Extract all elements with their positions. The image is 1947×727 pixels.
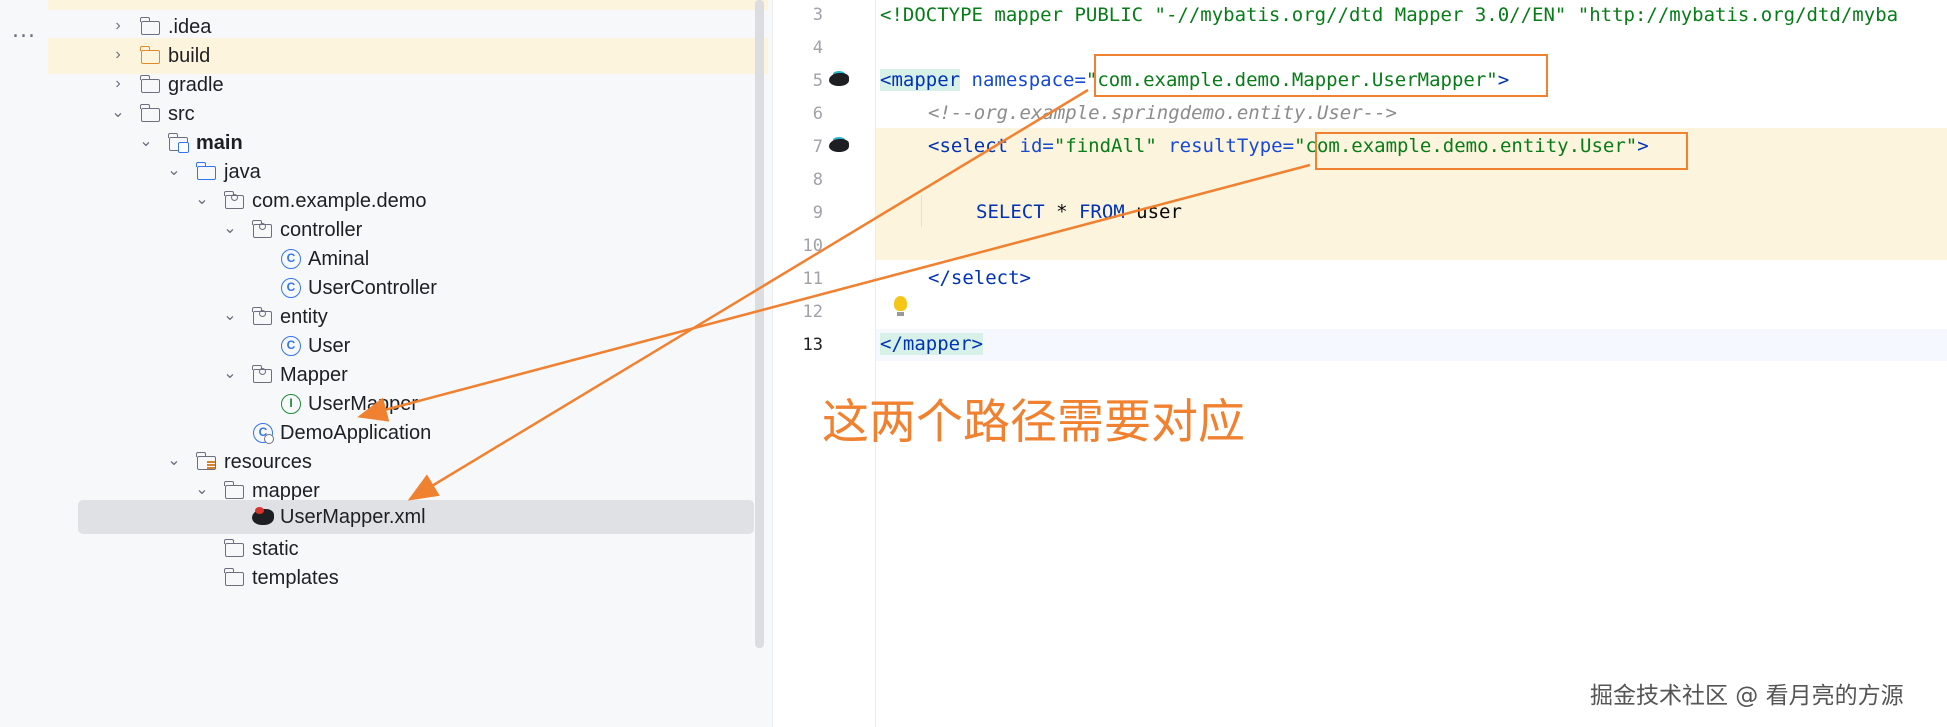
watermark: 掘金技术社区 @ 看月亮的方源 <box>1590 683 1904 709</box>
annotation-arrows <box>357 88 1311 501</box>
arrow-resulttype-to-user <box>357 163 1311 422</box>
annotation-note: 这两个路径需要对应 <box>822 395 1245 450</box>
